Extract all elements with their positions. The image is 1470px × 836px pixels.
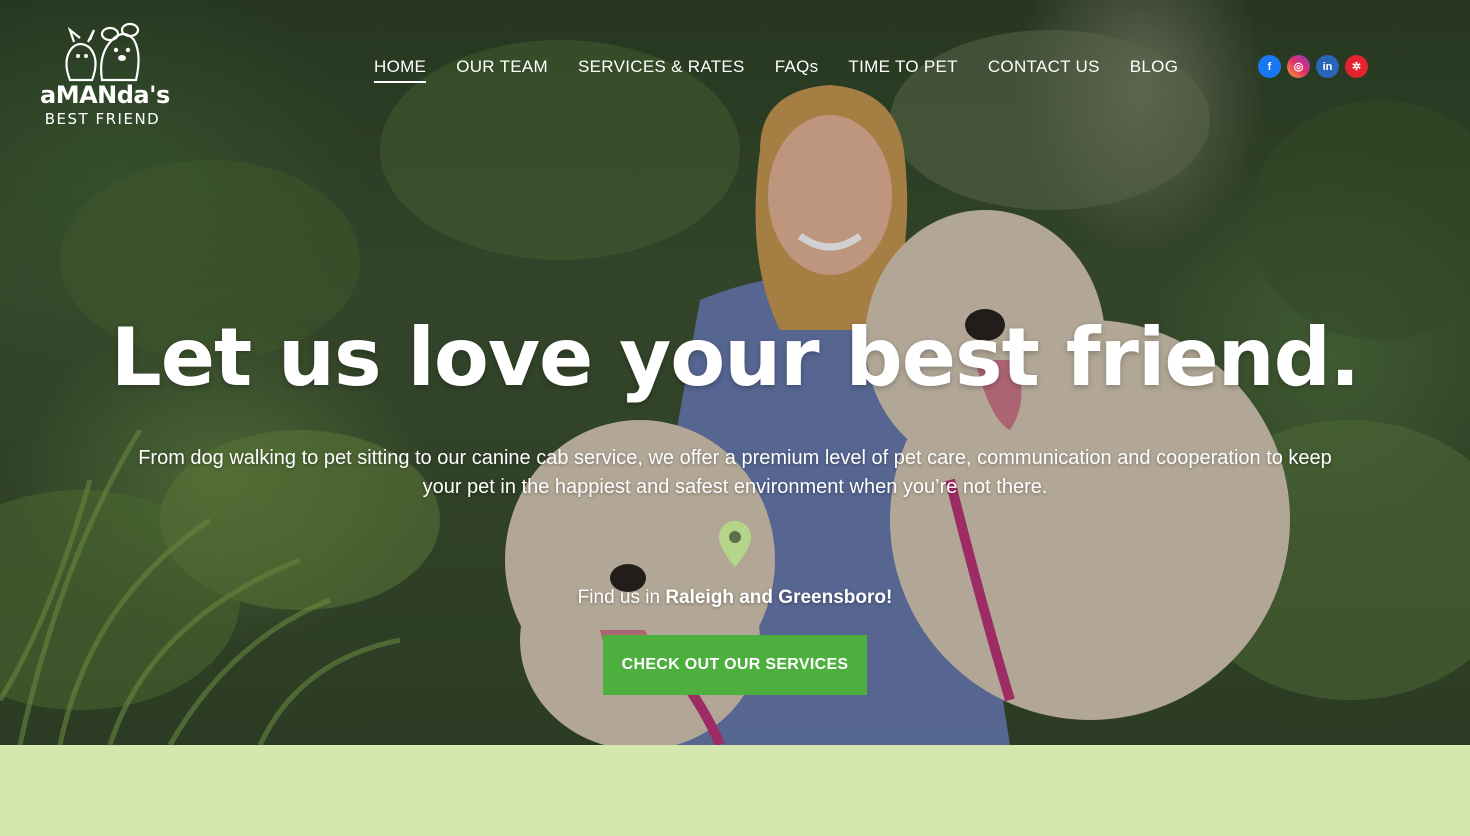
location-pin-icon	[719, 521, 751, 567]
find-us-locations: Raleigh and Greensboro!	[665, 587, 893, 608]
nav-blog[interactable]: BLOG	[1130, 57, 1178, 83]
nav-time-to-pet[interactable]: TIME TO PET	[848, 57, 957, 83]
social-links: f ◎ in ✲	[1258, 55, 1368, 78]
site-logo[interactable]: aMANda's BEST FRIEND	[40, 20, 170, 130]
yelp-icon[interactable]: ✲	[1345, 55, 1368, 78]
logo-tagline: BEST FRIEND	[44, 110, 161, 128]
find-us-prefix: Find us in	[577, 587, 661, 608]
check-out-services-button[interactable]: CHECK OUT OUR SERVICES	[603, 635, 867, 695]
nav-faqs[interactable]: FAQs	[775, 57, 819, 83]
nav-our-team[interactable]: OUR TEAM	[456, 57, 548, 83]
next-section-band	[0, 745, 1470, 836]
nav-services-rates[interactable]: SERVICES & RATES	[578, 57, 745, 83]
hero-subtext: From dog walking to pet sitting to our c…	[138, 447, 1332, 498]
dog-cat-logo-icon	[65, 22, 140, 82]
linkedin-icon[interactable]: in	[1316, 55, 1339, 78]
nav-home[interactable]: HOME	[374, 57, 427, 83]
hero-headline: Let us love your best friend.	[110, 311, 1361, 404]
main-nav: HOME OUR TEAM SERVICES & RATES FAQs TIME…	[374, 57, 1208, 83]
instagram-icon[interactable]: ◎	[1287, 55, 1310, 78]
find-us-text: Find us in Raleigh and Greensboro!	[0, 586, 1470, 610]
facebook-icon[interactable]: f	[1258, 55, 1281, 78]
logo-wordmark: aMANda's	[40, 81, 170, 109]
nav-contact-us[interactable]: CONTACT US	[988, 57, 1100, 83]
